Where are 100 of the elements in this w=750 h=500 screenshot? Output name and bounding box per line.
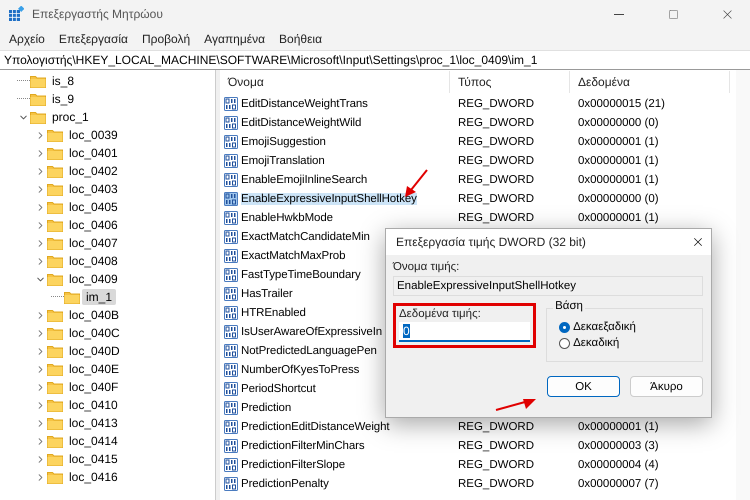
radio-label[interactable]: Δεκαδική bbox=[573, 337, 620, 349]
value-data: 0x00000007 (7) bbox=[577, 478, 660, 490]
menu-item[interactable]: Προβολή bbox=[134, 32, 198, 46]
value-name[interactable]: PredictionFilterMinChars bbox=[241, 440, 364, 452]
tree-item[interactable]: loc_0414 bbox=[65, 433, 122, 449]
menu-item[interactable]: Βοήθεια bbox=[272, 32, 330, 46]
value-type: REG_DWORD bbox=[457, 192, 536, 204]
menu-item[interactable]: Αγαπημένα bbox=[197, 32, 272, 46]
column-header[interactable]: Όνομα bbox=[220, 71, 450, 93]
value-name[interactable]: Prediction bbox=[241, 402, 292, 414]
value-data-field[interactable]: 0 bbox=[399, 322, 530, 342]
binary-value-icon bbox=[224, 438, 238, 452]
tree-item[interactable]: loc_0039 bbox=[65, 127, 122, 143]
folder-icon bbox=[47, 182, 63, 196]
tree-item[interactable]: loc_040D bbox=[65, 343, 124, 359]
tree-item[interactable]: loc_0408 bbox=[65, 253, 122, 269]
value-name[interactable]: PredictionFilterSlope bbox=[241, 458, 346, 470]
binary-value-icon bbox=[224, 154, 238, 168]
column-header[interactable]: Δεδομένα bbox=[570, 71, 730, 93]
tree-item[interactable]: im_1 bbox=[82, 289, 116, 305]
value-data: 0x00000001 (1) bbox=[577, 420, 660, 432]
folder-icon bbox=[47, 434, 63, 448]
tree-item[interactable]: is_9 bbox=[48, 91, 78, 107]
value-data: 0x00000001 (1) bbox=[577, 174, 660, 186]
folder-icon bbox=[47, 236, 63, 250]
value-name[interactable]: EnableHwkbMode bbox=[241, 212, 333, 224]
binary-value-icon bbox=[224, 324, 238, 338]
tree-item[interactable]: is_8 bbox=[48, 73, 78, 89]
binary-value-icon bbox=[224, 210, 238, 224]
radio-button[interactable] bbox=[559, 322, 570, 332]
tree-item[interactable]: loc_0413 bbox=[65, 415, 122, 431]
value-type: REG_DWORD bbox=[457, 154, 536, 166]
folder-icon bbox=[47, 218, 63, 232]
folder-icon bbox=[30, 74, 46, 88]
tree-item[interactable]: proc_1 bbox=[48, 109, 93, 125]
value-name[interactable]: EnableExpressiveInputShellHotkey bbox=[241, 192, 417, 204]
folder-icon bbox=[47, 254, 63, 268]
value-name[interactable]: PredictionEditDistanceWeight bbox=[241, 420, 390, 432]
field-label: Δεδομένα τιμής: bbox=[399, 308, 482, 320]
value-name[interactable]: EmojiTranslation bbox=[241, 154, 325, 166]
value-name[interactable]: EmojiSuggestion bbox=[241, 136, 326, 148]
tree-item[interactable]: loc_040F bbox=[65, 379, 122, 395]
value-type: REG_DWORD bbox=[457, 458, 536, 470]
menu-item[interactable]: Επεξεργασία bbox=[52, 32, 135, 46]
value-name[interactable]: NotPredictedLanguagePen bbox=[241, 344, 377, 356]
folder-icon bbox=[47, 164, 63, 178]
value-data: 0x00000001 (1) bbox=[577, 212, 660, 224]
binary-value-icon bbox=[224, 476, 238, 490]
folder-icon bbox=[47, 470, 63, 484]
radio-label[interactable]: Δεκαεξαδική bbox=[573, 321, 636, 333]
tree-item[interactable]: loc_0405 bbox=[65, 199, 122, 215]
folder-icon bbox=[47, 380, 63, 394]
value-data: 0x00000003 (3) bbox=[577, 440, 660, 452]
value-type: REG_DWORD bbox=[457, 212, 536, 224]
value-name[interactable]: NumberOfKyesToPress bbox=[241, 364, 360, 376]
binary-value-icon bbox=[224, 382, 238, 396]
tree-item[interactable]: loc_0416 bbox=[65, 469, 122, 485]
tree-item[interactable]: loc_0407 bbox=[65, 235, 122, 251]
value-name[interactable]: HTREnabled bbox=[241, 306, 306, 318]
value-data: 0x00000004 (4) bbox=[577, 458, 660, 470]
binary-value-icon bbox=[224, 458, 238, 472]
column-header[interactable]: Τύπος bbox=[450, 71, 570, 93]
group-label: Βάση bbox=[553, 300, 585, 312]
value-name[interactable]: EditDistanceWeightTrans bbox=[241, 98, 368, 110]
folder-icon bbox=[64, 290, 80, 304]
tree-item[interactable]: loc_040E bbox=[65, 361, 124, 377]
tree-item[interactable]: loc_0401 bbox=[65, 145, 122, 161]
menu-item[interactable]: Αρχείο bbox=[2, 32, 52, 46]
tree-item[interactable]: loc_040B bbox=[65, 307, 124, 323]
value-name[interactable]: ExactMatchMaxProb bbox=[241, 250, 346, 262]
value-name[interactable]: IsUserAwareOfExpressiveIn bbox=[241, 326, 382, 338]
value-name[interactable]: PredictionPenalty bbox=[241, 478, 329, 490]
tree-item[interactable]: loc_0415 bbox=[65, 451, 122, 467]
cancel-button[interactable]: Άκυρο bbox=[630, 376, 703, 397]
tree-item[interactable]: loc_0402 bbox=[65, 163, 122, 179]
address-bar[interactable]: Υπολογιστής\HKEY_LOCAL_MACHINE\SOFTWARE\Microsoft\Input\Settings\proc_1\loc_0409\im_1 bbox=[0, 50, 750, 70]
tree-item[interactable]: loc_0410 bbox=[65, 397, 122, 413]
value-name[interactable]: PeriodShortcut bbox=[241, 382, 316, 394]
tree-item[interactable]: loc_0409 bbox=[65, 271, 122, 287]
value-name[interactable]: HasTrailer bbox=[241, 288, 293, 300]
folder-icon bbox=[47, 146, 63, 160]
binary-value-icon bbox=[224, 362, 238, 376]
tree-item[interactable]: loc_040C bbox=[65, 325, 124, 341]
value-name[interactable]: EditDistanceWeightWild bbox=[241, 116, 362, 128]
radio-button[interactable] bbox=[559, 338, 570, 348]
vertical-scrollbar[interactable] bbox=[736, 70, 750, 500]
binary-value-icon bbox=[224, 400, 238, 414]
maximize-icon bbox=[668, 8, 678, 20]
tree-item[interactable]: loc_0403 bbox=[65, 181, 122, 197]
value-name[interactable]: EnableEmojiInlineSearch bbox=[241, 174, 368, 186]
binary-value-icon bbox=[224, 286, 238, 300]
value-name[interactable]: FastTypeTimeBoundary bbox=[241, 268, 361, 280]
ok-button[interactable]: OK bbox=[547, 376, 620, 397]
value-type: REG_DWORD bbox=[457, 440, 536, 452]
value-name-field[interactable]: EnableExpressiveInputShellHotkey bbox=[393, 276, 703, 296]
tree-item[interactable]: loc_0406 bbox=[65, 217, 122, 233]
binary-value-icon bbox=[224, 248, 238, 262]
value-type: REG_DWORD bbox=[457, 116, 536, 128]
folder-icon bbox=[47, 452, 63, 466]
value-name[interactable]: ExactMatchCandidateMin bbox=[241, 230, 370, 242]
